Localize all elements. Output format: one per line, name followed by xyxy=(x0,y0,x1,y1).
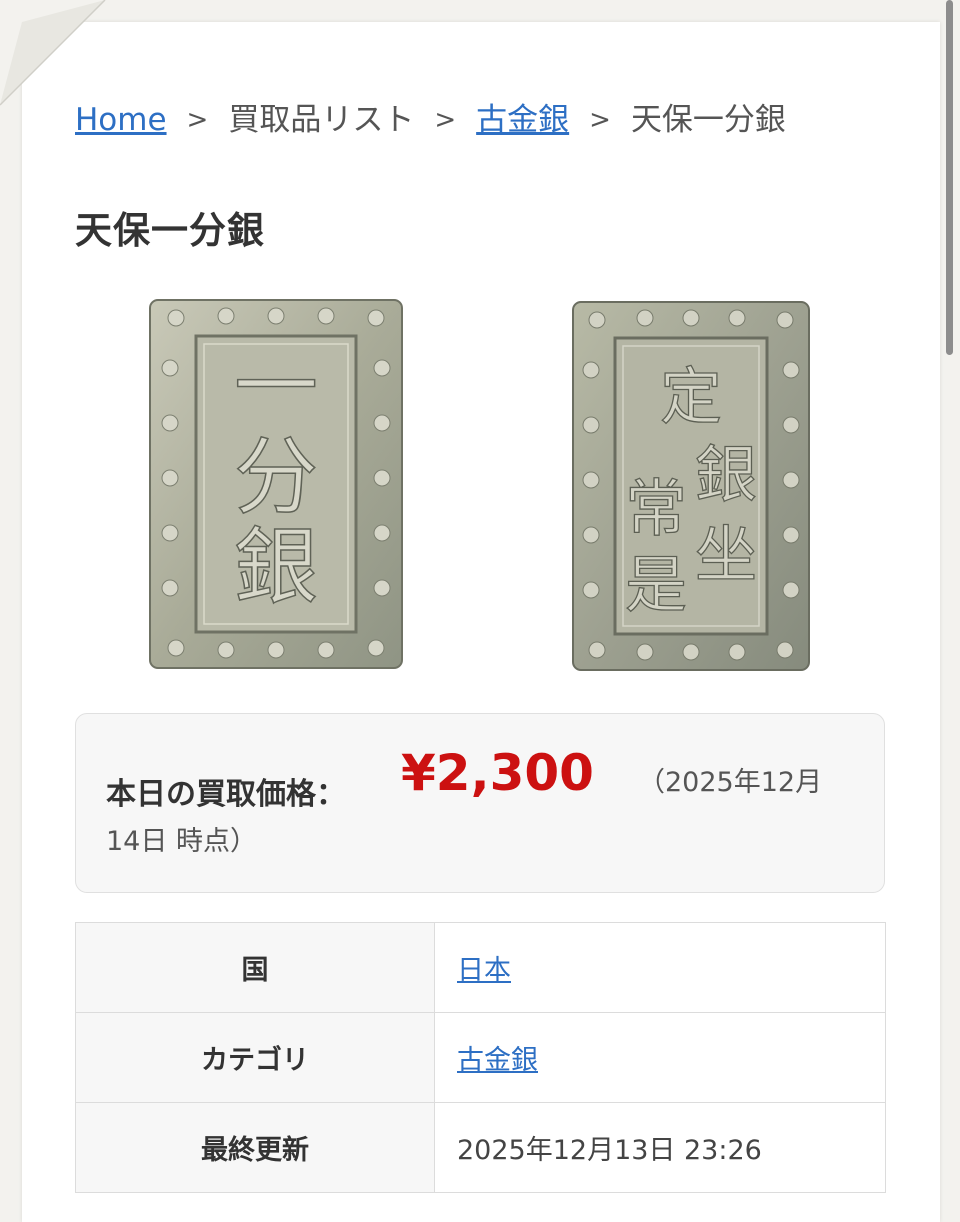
price-as-of-time: 14日 時点） xyxy=(106,826,257,857)
coin-back-char: 坐 xyxy=(695,518,757,591)
last-updated-label: 最終更新 xyxy=(75,1102,435,1193)
coin-back-char: 是 xyxy=(625,548,687,621)
breadcrumb-list: 買取品リスト xyxy=(228,102,415,138)
price-label: 本日の買取価格： xyxy=(106,777,346,812)
page-title: 天保一分銀 xyxy=(75,209,265,252)
category-value-cell: 古金銀 xyxy=(434,1012,886,1103)
price-box: 本日の買取価格： ¥2,300 （2025年12月 14日 時点） xyxy=(75,713,885,893)
table-row: 国 日本 xyxy=(75,922,886,1013)
breadcrumb-separator: > xyxy=(434,105,457,135)
coin-back-image: 定 銀 常 坐 是 xyxy=(572,301,810,671)
breadcrumb-separator: > xyxy=(186,105,209,135)
coin-back-char: 定 xyxy=(660,360,722,433)
breadcrumb-current: 天保一分銀 xyxy=(630,102,786,138)
breadcrumb: Home > 買取品リスト > 古金銀 > 天保一分銀 xyxy=(75,100,786,140)
price-as-of-date: （2025年12月 xyxy=(638,767,823,798)
last-updated-value: 2025年12月13日 23:26 xyxy=(434,1102,886,1193)
breadcrumb-category-link[interactable]: 古金銀 xyxy=(476,100,569,140)
details-table: 国 日本 カテゴリ 古金銀 最終更新 2025年12月13日 23:26 xyxy=(75,922,886,1193)
category-link[interactable]: 古金銀 xyxy=(457,1045,538,1076)
coin-back-char: 常 xyxy=(625,472,687,545)
table-row: カテゴリ 古金銀 xyxy=(75,1012,886,1103)
country-link[interactable]: 日本 xyxy=(457,955,511,986)
coin-front-image: 一 分 銀 xyxy=(149,299,403,669)
coin-front-char: 分 xyxy=(234,428,318,526)
coin-back-char: 銀 xyxy=(695,438,757,511)
page-corner-fold xyxy=(0,0,106,106)
scrollbar-thumb[interactable] xyxy=(946,0,953,355)
coin-front-char: 一 xyxy=(234,338,318,436)
breadcrumb-separator: > xyxy=(589,105,611,135)
table-row: 最終更新 2025年12月13日 23:26 xyxy=(75,1102,886,1193)
category-label: カテゴリ xyxy=(75,1012,435,1103)
coin-front-char: 銀 xyxy=(234,518,318,616)
country-label: 国 xyxy=(75,922,435,1013)
country-value-cell: 日本 xyxy=(434,922,886,1013)
price-value: ¥2,300 xyxy=(401,744,594,802)
